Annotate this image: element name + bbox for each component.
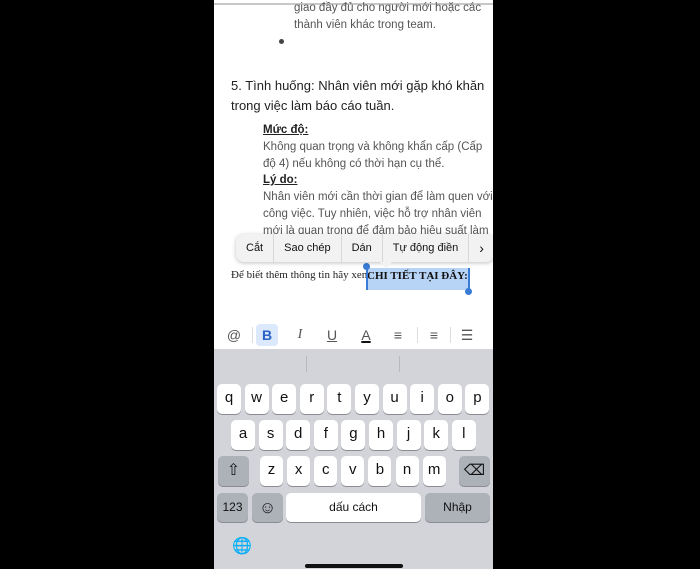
ly-do-line1: Nhân viên mới cần thời gian để làm quen … xyxy=(263,191,493,203)
backspace-key[interactable]: ⌫ xyxy=(459,456,490,486)
key-n[interactable]: n xyxy=(395,456,419,486)
key-l[interactable]: l xyxy=(451,420,476,450)
globe-icon[interactable]: 🌐 xyxy=(232,537,252,557)
cut-menu-item[interactable]: Cắt xyxy=(236,234,275,262)
emoji-key[interactable]: ☺ xyxy=(252,493,283,522)
key-c[interactable]: c xyxy=(314,456,338,486)
space-key[interactable]: dấu cách xyxy=(286,493,421,522)
muc-do-label: Mức độ: xyxy=(263,124,309,136)
suggestion-separator xyxy=(399,356,400,372)
copy-menu-item[interactable]: Sao chép xyxy=(274,234,342,262)
selected-link-text[interactable]: CHI TIẾT TẠI ĐÂY: xyxy=(367,270,468,282)
paste-menu-item[interactable]: Dán xyxy=(342,234,383,262)
section-heading-line2: trong việc làm báo cáo tuần. xyxy=(231,98,395,113)
key-y[interactable]: y xyxy=(355,384,379,414)
italic-button[interactable]: I xyxy=(289,324,311,346)
key-q[interactable]: q xyxy=(217,384,241,414)
underline-button[interactable]: U xyxy=(321,324,343,346)
numbers-key[interactable]: 123 xyxy=(217,493,248,522)
prev-text-line1: giao đầy đủ cho người mới hoặc các xyxy=(294,2,482,14)
key-g[interactable]: g xyxy=(341,420,366,450)
key-z[interactable]: z xyxy=(260,456,283,486)
mention-icon[interactable]: @ xyxy=(223,324,245,346)
bold-button[interactable]: B xyxy=(256,324,278,346)
key-d[interactable]: d xyxy=(286,420,311,450)
toolbar-separator xyxy=(252,327,253,343)
section-heading-line1: 5. Tình huống: Nhân viên mới gặp khó khă… xyxy=(231,78,485,93)
key-e[interactable]: e xyxy=(272,384,297,414)
muc-do-line1: Không quan trọng và không khẩn cấp (Cấp xyxy=(263,141,483,153)
key-r[interactable]: r xyxy=(299,384,324,414)
more-menu-item[interactable]: › xyxy=(469,234,493,262)
key-w[interactable]: w xyxy=(244,384,269,414)
ly-do-label: Lý do: xyxy=(263,174,298,186)
key-t[interactable]: t xyxy=(327,384,352,414)
align-left-icon[interactable]: ≡ xyxy=(387,324,409,346)
bullet-dot xyxy=(279,39,284,44)
key-v[interactable]: v xyxy=(341,456,365,486)
key-p[interactable]: p xyxy=(465,384,490,414)
prev-text-line2: thành viên khác trong team. xyxy=(294,19,436,31)
bulleted-list-icon[interactable]: ☰ xyxy=(456,324,478,346)
return-key[interactable]: Nhập xyxy=(425,493,490,522)
link-prefix-text: Để biết thêm thông tin hãy xem xyxy=(231,269,371,281)
autofill-menu-item[interactable]: Tự động điền xyxy=(383,234,470,262)
key-u[interactable]: u xyxy=(382,384,407,414)
context-menu: Cắt Sao chép Dán Tự động điền › xyxy=(236,234,493,262)
ly-do-line2: công việc. Tuy nhiên, việc hỗ trợ nhân v… xyxy=(263,208,482,220)
key-s[interactable]: s xyxy=(258,420,283,450)
selection-end-handle[interactable] xyxy=(465,288,472,295)
context-menu-pointer xyxy=(380,262,392,268)
suggestion-separator xyxy=(306,356,307,372)
phone-screen: giao đầy đủ cho người mới hoặc các thành… xyxy=(214,0,493,569)
toolbar-separator xyxy=(417,327,418,343)
format-toolbar: @ B I U A ≡ ≡ ☰ xyxy=(214,321,493,349)
key-j[interactable]: j xyxy=(396,420,421,450)
text-color-button[interactable]: A xyxy=(355,324,377,346)
keyboard: qwertyuiop asdfghjkl zxcvbnm ⇧ ⌫ 123 ☺ d… xyxy=(214,349,493,569)
key-m[interactable]: m xyxy=(422,456,446,486)
muc-do-line2: độ 4) nếu không có thời hạn cụ thể. xyxy=(263,158,445,170)
key-a[interactable]: a xyxy=(231,420,255,450)
selection-end-handle-bar xyxy=(468,268,470,290)
align-center-icon[interactable]: ≡ xyxy=(423,324,445,346)
key-o[interactable]: o xyxy=(437,384,462,414)
key-x[interactable]: x xyxy=(287,456,311,486)
selection-start-handle[interactable] xyxy=(363,263,370,270)
key-k[interactable]: k xyxy=(424,420,449,450)
home-indicator xyxy=(305,564,403,568)
key-b[interactable]: b xyxy=(368,456,392,486)
selection-start-handle-bar xyxy=(366,268,368,290)
toolbar-separator xyxy=(450,327,451,343)
key-i[interactable]: i xyxy=(410,384,435,414)
shift-key[interactable]: ⇧ xyxy=(218,456,249,486)
key-f[interactable]: f xyxy=(313,420,338,450)
key-h[interactable]: h xyxy=(369,420,393,450)
